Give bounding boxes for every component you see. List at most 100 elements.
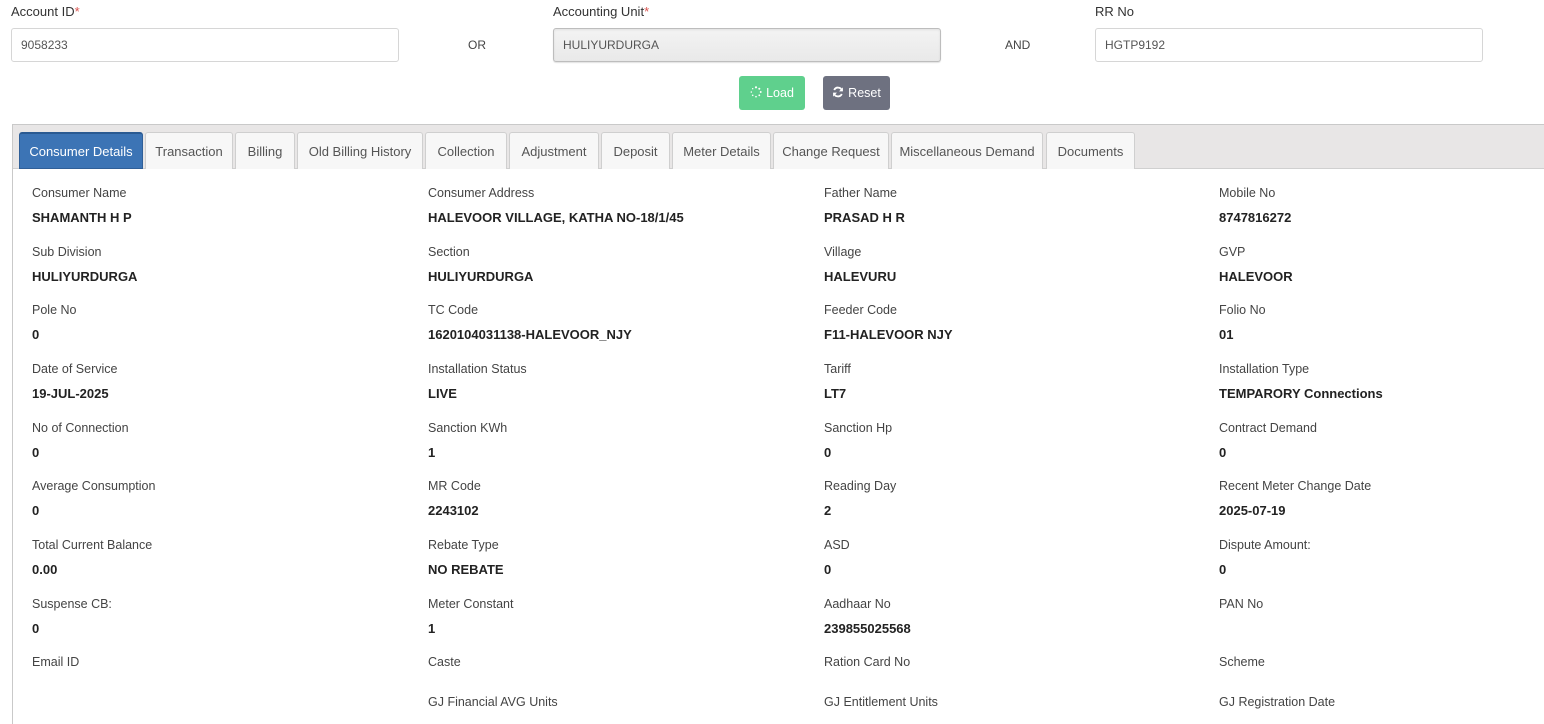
rebate-type-label: Rebate Type xyxy=(428,538,499,552)
section-value: HULIYURDURGA xyxy=(428,269,534,284)
field-consumer-name: Consumer Name SHAMANTH H P xyxy=(32,185,402,226)
dispute-amount-value: 0 xyxy=(1219,562,1227,577)
tab-documents[interactable]: Documents xyxy=(1046,132,1135,169)
reading-day-value: 2 xyxy=(824,503,832,518)
tab-change-request[interactable]: Change Request xyxy=(773,132,889,169)
account-id-label-text: Account ID xyxy=(11,4,75,19)
field-mobile-no: Mobile No 8747816272 xyxy=(1219,185,1539,226)
no-of-connection-value: 0 xyxy=(32,445,40,460)
tab-meter-details[interactable]: Meter Details xyxy=(672,132,771,169)
sub-division-label: Sub Division xyxy=(32,245,102,259)
village-value: HALEVURU xyxy=(824,269,897,284)
contract-demand-value: 0 xyxy=(1219,445,1227,460)
field-dispute-amount: Dispute Amount: 0 xyxy=(1219,537,1539,578)
field-pan-no: PAN No xyxy=(1219,596,1539,637)
field-sanction-kwh: Sanction KWh 1 xyxy=(428,420,798,461)
tab-miscellaneous-demand[interactable]: Miscellaneous Demand xyxy=(891,132,1043,169)
total-current-balance-label: Total Current Balance xyxy=(32,538,153,552)
rr-no-label-text: RR No xyxy=(1095,4,1135,19)
dispute-amount-label: Dispute Amount: xyxy=(1219,538,1311,552)
and-separator: AND xyxy=(1005,38,1031,52)
father-name-value: PRASAD H R xyxy=(824,210,905,225)
mr-code-label: MR Code xyxy=(428,479,481,493)
required-asterisk: * xyxy=(644,4,650,19)
field-meter-constant: Meter Constant 1 xyxy=(428,596,798,637)
consumer-address-value: HALEVOOR VILLAGE, KATHA NO-18/1/45 xyxy=(428,210,684,225)
account-id-input[interactable] xyxy=(11,28,399,62)
tab-bar: Consumer Details Transaction Billing Old… xyxy=(13,125,1544,169)
field-sanction-hp: Sanction Hp 0 xyxy=(824,420,1194,461)
tab-collection[interactable]: Collection xyxy=(425,132,507,169)
section-label: Section xyxy=(428,245,470,259)
field-installation-type: Installation Type TEMPARORY Connections xyxy=(1219,361,1539,402)
field-caste: Caste xyxy=(428,654,798,695)
asd-label: ASD xyxy=(824,538,850,552)
field-date-of-service: Date of Service 19-JUL-2025 xyxy=(32,361,402,402)
no-of-connection-label: No of Connection xyxy=(32,421,129,435)
tab-transaction[interactable]: Transaction xyxy=(145,132,233,169)
average-consumption-value: 0 xyxy=(32,503,40,518)
suspense-cb-label: Suspense CB: xyxy=(32,597,112,611)
tab-adjustment[interactable]: Adjustment xyxy=(509,132,599,169)
installation-type-value: TEMPARORY Connections xyxy=(1219,386,1383,401)
tab-old-billing-history[interactable]: Old Billing History xyxy=(297,132,423,169)
rr-no-input[interactable] xyxy=(1095,28,1483,62)
feeder-code-value: F11-HALEVOOR NJY xyxy=(824,327,953,342)
feeder-code-label: Feeder Code xyxy=(824,303,897,317)
pole-no-label: Pole No xyxy=(32,303,77,317)
field-tc-code: TC Code 1620104031138-HALEVOOR_NJY xyxy=(428,302,798,343)
ration-card-no-label: Ration Card No xyxy=(824,655,911,669)
contract-demand-label: Contract Demand xyxy=(1219,421,1317,435)
field-reading-day: Reading Day 2 xyxy=(824,478,1194,519)
gj-financial-avg-units-label: GJ Financial AVG Units xyxy=(428,695,558,709)
field-ration-card-no: Ration Card No xyxy=(824,654,1194,695)
sanction-hp-label: Sanction Hp xyxy=(824,421,893,435)
tab-billing[interactable]: Billing xyxy=(235,132,295,169)
field-father-name: Father Name PRASAD H R xyxy=(824,185,1194,226)
village-label: Village xyxy=(824,245,862,259)
tc-code-value: 1620104031138-HALEVOOR_NJY xyxy=(428,327,632,342)
account-id-label: Account ID* xyxy=(11,4,80,19)
field-email-id: Email ID xyxy=(32,654,402,695)
pan-no-value xyxy=(1219,621,1539,637)
sub-division-value: HULIYURDURGA xyxy=(32,269,138,284)
field-gj-financial-avg-units: GJ Financial AVG Units xyxy=(428,694,798,712)
gj-entitlement-units-label: GJ Entitlement Units xyxy=(824,695,938,709)
folio-no-value: 01 xyxy=(1219,327,1234,342)
meter-constant-label: Meter Constant xyxy=(428,597,514,611)
email-id-label: Email ID xyxy=(32,655,80,669)
tab-consumer-details[interactable]: Consumer Details xyxy=(19,132,143,169)
scheme-label: Scheme xyxy=(1219,655,1265,669)
mobile-no-value: 8747816272 xyxy=(1219,210,1292,225)
accounting-unit-input[interactable] xyxy=(553,28,941,62)
or-separator: OR xyxy=(468,38,486,52)
folio-no-label: Folio No xyxy=(1219,303,1266,317)
aadhaar-no-value: 239855025568 xyxy=(824,621,911,636)
field-installation-status: Installation Status LIVE xyxy=(428,361,798,402)
rr-no-label: RR No xyxy=(1095,4,1134,19)
meter-constant-value: 1 xyxy=(428,621,436,636)
mobile-no-label: Mobile No xyxy=(1219,186,1276,200)
field-recent-meter-change-date: Recent Meter Change Date 2025-07-19 xyxy=(1219,478,1539,519)
load-button[interactable]: Load xyxy=(739,76,805,110)
gj-registration-date-label: GJ Registration Date xyxy=(1219,695,1336,709)
recent-meter-change-date-value: 2025-07-19 xyxy=(1219,503,1286,518)
refresh-icon xyxy=(832,86,844,101)
field-pole-no: Pole No 0 xyxy=(32,302,402,343)
caste-value xyxy=(428,679,798,695)
reset-button[interactable]: Reset xyxy=(823,76,890,110)
field-scheme: Scheme xyxy=(1219,654,1539,695)
field-tariff: Tariff LT7 xyxy=(824,361,1194,402)
total-current-balance-value: 0.00 xyxy=(32,562,58,577)
sanction-kwh-label: Sanction KWh xyxy=(428,421,508,435)
tab-deposit[interactable]: Deposit xyxy=(601,132,670,169)
tariff-value: LT7 xyxy=(824,386,847,401)
pan-no-label: PAN No xyxy=(1219,597,1264,611)
consumer-name-label: Consumer Name xyxy=(32,186,127,200)
field-gj-registration-date: GJ Registration Date xyxy=(1219,694,1539,712)
asd-value: 0 xyxy=(824,562,832,577)
field-aadhaar-no: Aadhaar No 239855025568 xyxy=(824,596,1194,637)
field-rebate-type: Rebate Type NO REBATE xyxy=(428,537,798,578)
sanction-hp-value: 0 xyxy=(824,445,832,460)
field-folio-no: Folio No 01 xyxy=(1219,302,1539,343)
